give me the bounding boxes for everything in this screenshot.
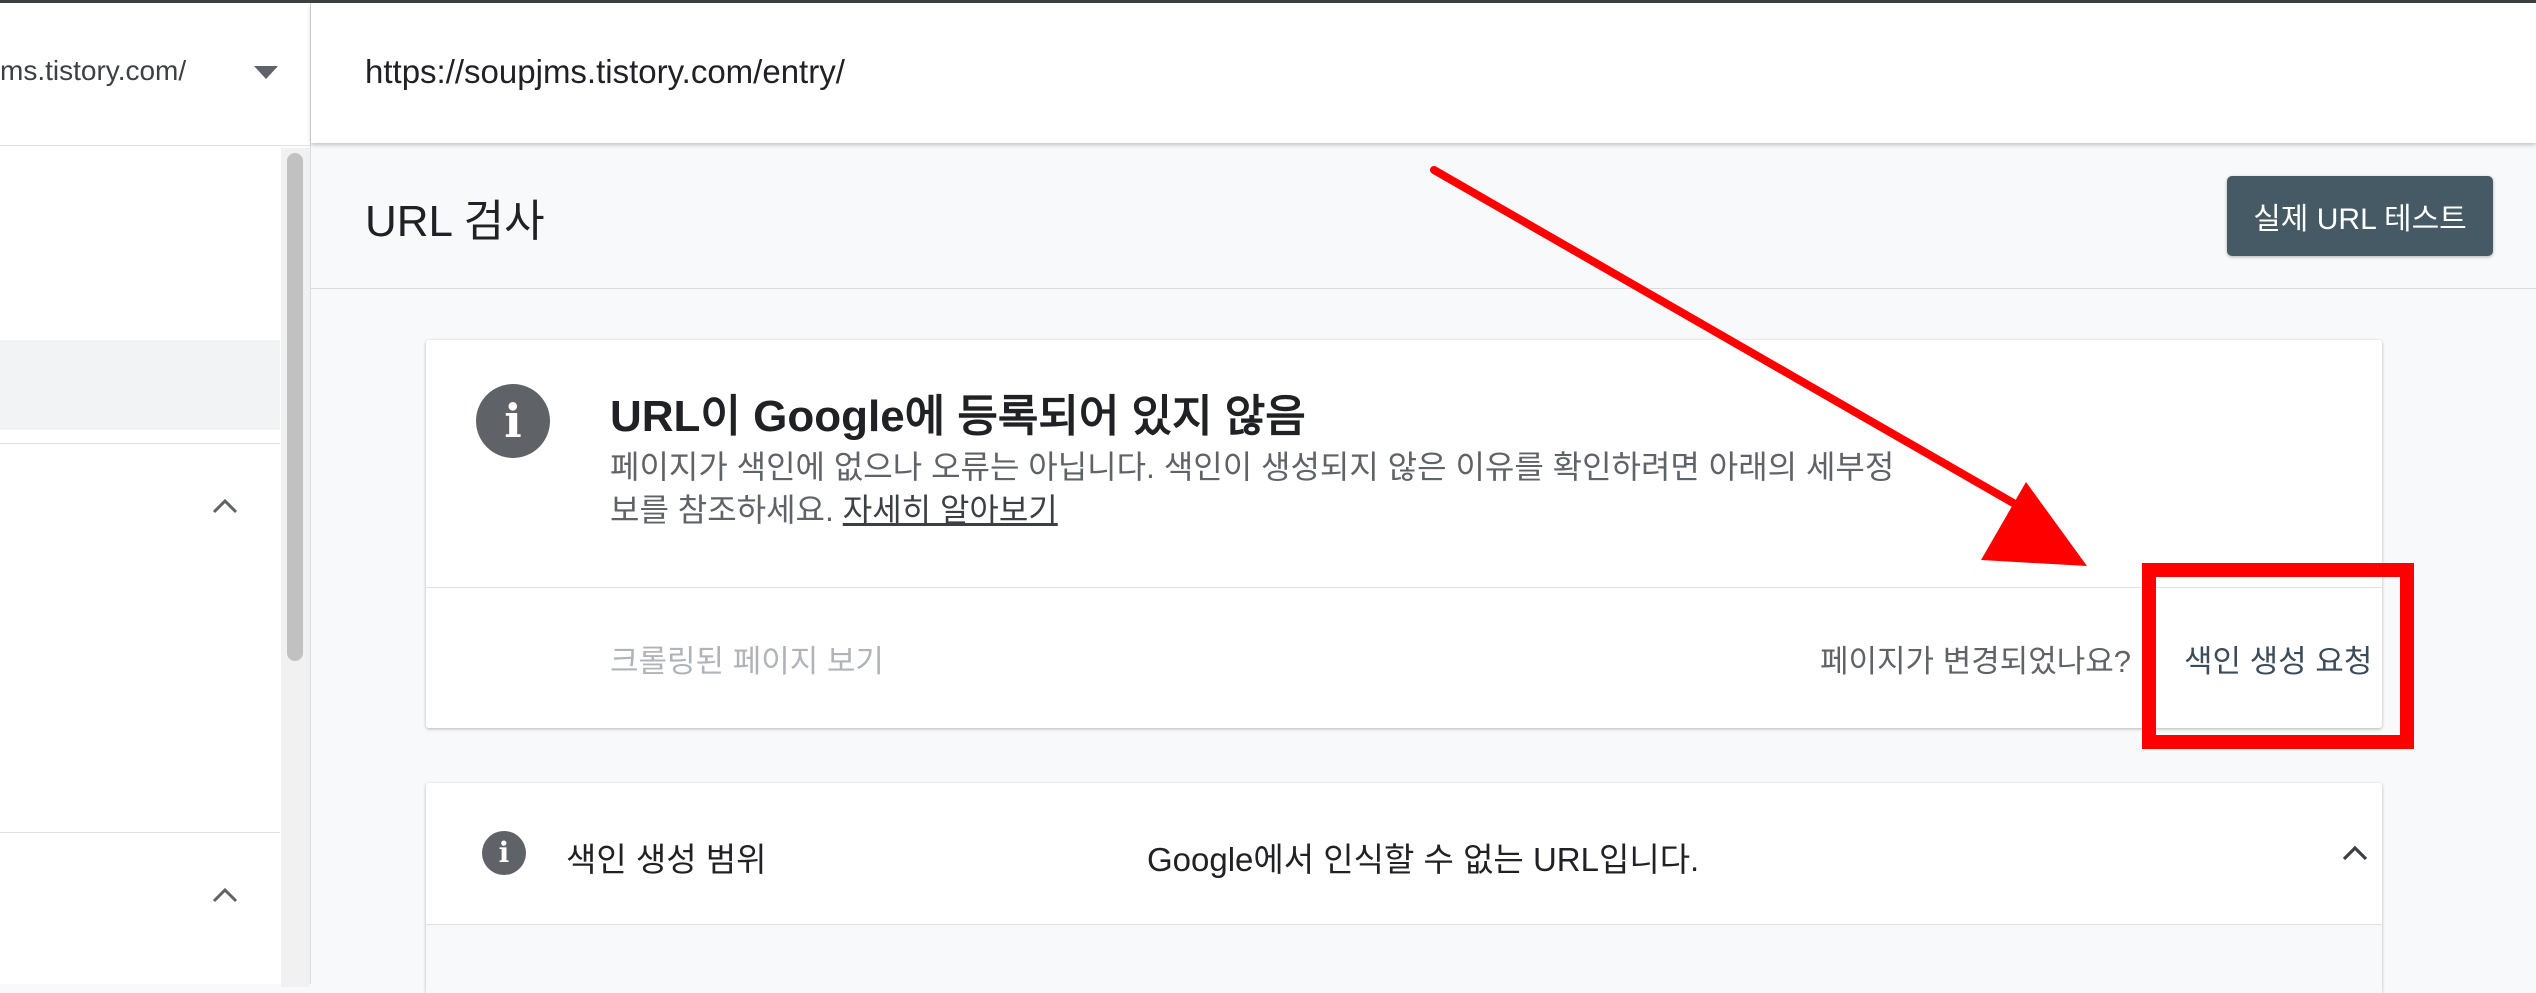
sidebar: ms.tistory.com/ <box>0 3 311 987</box>
inspected-url-input[interactable]: https://soupjms.tistory.com/entry/ <box>365 53 845 91</box>
chevron-up-icon[interactable] <box>210 885 240 905</box>
page-changed-prompt: 페이지가 변경되었나요? <box>1820 644 2132 679</box>
caret-down-icon[interactable] <box>254 66 278 79</box>
card-divider <box>426 587 2382 588</box>
sidebar-item-active[interactable] <box>0 340 280 430</box>
coverage-label: 색인 생성 범위 <box>566 841 767 878</box>
page-header: URL 검사 실제 URL 테스트 <box>311 143 2536 289</box>
page-title: URL 검사 <box>365 197 545 246</box>
url-inspect-bar: https://soupjms.tistory.com/entry/ <box>311 3 2536 143</box>
coverage-card[interactable]: i 색인 생성 범위 Google에서 인식할 수 없는 URL입니다. <box>426 783 2382 993</box>
annotation-highlight-box <box>2142 563 2414 749</box>
test-live-url-button[interactable]: 실제 URL 테스트 <box>2227 176 2493 256</box>
coverage-value: Google에서 인식할 수 없는 URL입니다. <box>1147 841 1700 878</box>
property-name: ms.tistory.com/ <box>0 55 187 86</box>
sidebar-divider <box>0 443 280 444</box>
info-icon: i <box>482 831 526 875</box>
index-status-card: i URL이 Google에 등록되어 있지 않음 페이지가 색인에 없으나 오… <box>426 340 2382 728</box>
info-icon: i <box>476 384 550 458</box>
status-title: URL이 Google에 등록되어 있지 않음 <box>610 392 1306 441</box>
status-description-text: 페이지가 색인에 없으나 오류는 아닙니다. 색인이 생성되지 않은 이유를 확… <box>610 449 1895 528</box>
sidebar-divider <box>0 832 280 833</box>
chevron-up-icon[interactable] <box>210 496 240 516</box>
coverage-details-area <box>426 925 2382 993</box>
view-crawled-page-link[interactable]: 크롤링된 페이지 보기 <box>610 636 884 681</box>
status-description: 페이지가 색인에 없으나 오류는 아닙니다. 색인이 생성되지 않은 이유를 확… <box>610 446 1900 532</box>
chevron-up-icon[interactable] <box>2340 843 2370 863</box>
learn-more-link[interactable]: 자세히 알아보기 <box>843 492 1058 528</box>
property-selector[interactable]: ms.tistory.com/ <box>0 3 310 146</box>
sidebar-scrollbar-thumb[interactable] <box>287 153 303 661</box>
